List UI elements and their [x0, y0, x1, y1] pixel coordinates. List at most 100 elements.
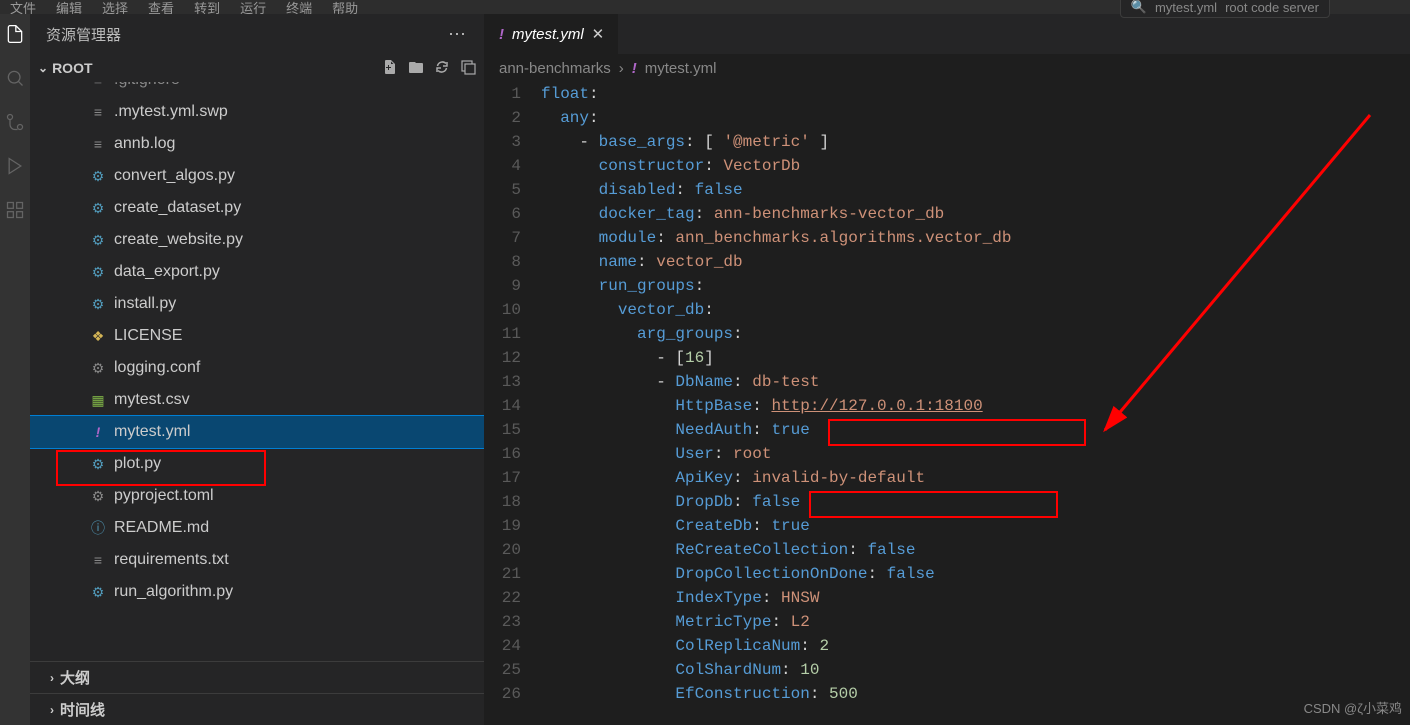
- code-line[interactable]: ColReplicaNum: 2: [541, 634, 1410, 658]
- search-activity-icon[interactable]: [5, 68, 25, 88]
- line-number: 25: [485, 658, 521, 682]
- code-line[interactable]: NeedAuth: true: [541, 418, 1410, 442]
- root-label: ROOT: [52, 60, 92, 76]
- line-number: 20: [485, 538, 521, 562]
- menu-select[interactable]: 选择: [102, 0, 128, 14]
- sidebar-more-icon[interactable]: ⋯: [448, 24, 468, 45]
- code-content[interactable]: float: any: - base_args: [ '@metric' ] c…: [541, 82, 1410, 725]
- file-item-create-website-py[interactable]: ⚙create_website.py: [30, 224, 484, 256]
- file-item-data-export-py[interactable]: ⚙data_export.py: [30, 256, 484, 288]
- code-line[interactable]: - DbName: db-test: [541, 370, 1410, 394]
- file-name: install.py: [114, 295, 176, 313]
- line-number: 1: [485, 82, 521, 106]
- outline-section[interactable]: › 大纲: [30, 661, 484, 693]
- line-number: 21: [485, 562, 521, 586]
- menu-edit[interactable]: 编辑: [56, 0, 82, 14]
- code-line[interactable]: run_groups:: [541, 274, 1410, 298]
- file-item-requirements-txt[interactable]: ≡requirements.txt: [30, 544, 484, 576]
- code-line[interactable]: ReCreateCollection: false: [541, 538, 1410, 562]
- menu-help[interactable]: 帮助: [332, 0, 358, 14]
- timeline-section[interactable]: › 时间线: [30, 693, 484, 725]
- extensions-icon[interactable]: [5, 200, 25, 220]
- file-tree[interactable]: ≡ .gitignore ≡.mytest.yml.swp≡annb.log⚙con…: [30, 82, 484, 661]
- chevron-right-icon: ›: [50, 671, 54, 685]
- code-line[interactable]: docker_tag: ann-benchmarks-vector_db: [541, 202, 1410, 226]
- line-number: 15: [485, 418, 521, 442]
- line-number: 10: [485, 298, 521, 322]
- root-folder-header[interactable]: ⌄ ROOT: [30, 54, 484, 82]
- code-line[interactable]: DropCollectionOnDone: false: [541, 562, 1410, 586]
- tab-mytest-yml[interactable]: ! mytest.yml ✕: [485, 14, 619, 54]
- code-line[interactable]: ApiKey: invalid-by-default: [541, 466, 1410, 490]
- code-line[interactable]: - [16]: [541, 346, 1410, 370]
- code-line[interactable]: float:: [541, 82, 1410, 106]
- refresh-icon[interactable]: [434, 59, 450, 78]
- file-item-README-md[interactable]: ⓘREADME.md: [30, 512, 484, 544]
- line-number: 26: [485, 682, 521, 706]
- code-line[interactable]: User: root: [541, 442, 1410, 466]
- menu-terminal[interactable]: 终端: [286, 0, 312, 14]
- outline-label: 大纲: [60, 667, 90, 688]
- breadcrumb-file[interactable]: mytest.yml: [645, 60, 717, 77]
- line-number: 8: [485, 250, 521, 274]
- code-line[interactable]: disabled: false: [541, 178, 1410, 202]
- code-line[interactable]: any:: [541, 106, 1410, 130]
- file-item-convert-algos-py[interactable]: ⚙convert_algos.py: [30, 160, 484, 192]
- command-center[interactable]: 🔍 mytest.yml root code server: [1120, 0, 1330, 18]
- sidebar-header: 资源管理器 ⋯: [30, 14, 484, 54]
- code-line[interactable]: MetricType: L2: [541, 610, 1410, 634]
- watermark: CSDN @ζ小菜鸡: [1304, 698, 1402, 717]
- file-item--gitignore[interactable]: ≡ .gitignore: [30, 82, 484, 96]
- menu-go[interactable]: 转到: [194, 0, 220, 14]
- file-item-plot-py[interactable]: ⚙plot.py: [30, 448, 484, 480]
- code-line[interactable]: IndexType: HNSW: [541, 586, 1410, 610]
- collapse-icon[interactable]: [460, 59, 476, 78]
- code-line[interactable]: CreateDb: true: [541, 514, 1410, 538]
- explorer-icon[interactable]: [5, 24, 25, 44]
- file-item-logging-conf[interactable]: ⚙logging.conf: [30, 352, 484, 384]
- search-extra: root code server: [1225, 0, 1319, 15]
- debug-icon[interactable]: [5, 156, 25, 176]
- file-item-annb-log[interactable]: ≡annb.log: [30, 128, 484, 160]
- file-name: .gitignore: [114, 82, 180, 89]
- line-number: 19: [485, 514, 521, 538]
- code-line[interactable]: - base_args: [ '@metric' ]: [541, 130, 1410, 154]
- file-item-LICENSE[interactable]: ❖LICENSE: [30, 320, 484, 352]
- file-item-mytest-csv[interactable]: ▦mytest.csv: [30, 384, 484, 416]
- file-name: mytest.yml: [114, 423, 190, 441]
- file-item-mytest-yml[interactable]: !mytest.yml: [30, 416, 484, 448]
- search-hint: mytest.yml: [1155, 0, 1217, 15]
- line-number: 17: [485, 466, 521, 490]
- file-item-pyproject-toml[interactable]: ⚙pyproject.toml: [30, 480, 484, 512]
- file-item-run-algorithm-py[interactable]: ⚙run_algorithm.py: [30, 576, 484, 608]
- code-line[interactable]: ColShardNum: 10: [541, 658, 1410, 682]
- code-line[interactable]: vector_db:: [541, 298, 1410, 322]
- md-file-icon: ⓘ: [88, 518, 108, 538]
- breadcrumb[interactable]: ann-benchmarks › ! mytest.yml: [485, 54, 1410, 82]
- menu-view[interactable]: 查看: [148, 0, 174, 14]
- code-line[interactable]: DropDb: false: [541, 490, 1410, 514]
- chevron-right-icon: ›: [50, 703, 54, 717]
- sidebar-title: 资源管理器: [46, 24, 121, 45]
- code-editor[interactable]: 1234567891011121314151617181920212223242…: [485, 82, 1410, 725]
- menu-run[interactable]: 运行: [240, 0, 266, 14]
- file-item-install-py[interactable]: ⚙install.py: [30, 288, 484, 320]
- scm-icon[interactable]: [5, 112, 25, 132]
- file-item-create-dataset-py[interactable]: ⚙create_dataset.py: [30, 192, 484, 224]
- txt-file-icon: ≡: [88, 82, 108, 88]
- timeline-label: 时间线: [60, 699, 105, 720]
- line-number: 16: [485, 442, 521, 466]
- breadcrumb-folder[interactable]: ann-benchmarks: [499, 60, 611, 77]
- code-line[interactable]: name: vector_db: [541, 250, 1410, 274]
- conf-file-icon: ⚙: [88, 488, 108, 505]
- code-line[interactable]: EfConstruction: 500: [541, 682, 1410, 706]
- new-file-icon[interactable]: [382, 59, 398, 78]
- new-folder-icon[interactable]: [408, 59, 424, 78]
- menu-file[interactable]: 文件: [10, 0, 36, 14]
- code-line[interactable]: arg_groups:: [541, 322, 1410, 346]
- file-item--mytest-yml-swp[interactable]: ≡.mytest.yml.swp: [30, 96, 484, 128]
- code-line[interactable]: constructor: VectorDb: [541, 154, 1410, 178]
- code-line[interactable]: HttpBase: http://127.0.0.1:18100: [541, 394, 1410, 418]
- close-icon[interactable]: ✕: [592, 25, 605, 43]
- code-line[interactable]: module: ann_benchmarks.algorithms.vector…: [541, 226, 1410, 250]
